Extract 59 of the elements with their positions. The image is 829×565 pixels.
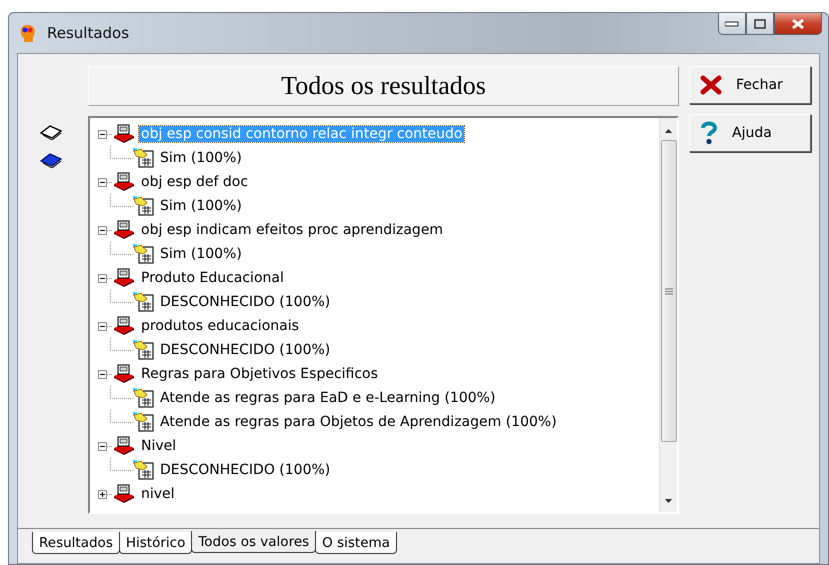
tree-item[interactable]: Nivel [139, 438, 178, 454]
results-header: Todos os resultados [88, 66, 679, 106]
computer-icon [112, 124, 136, 144]
close-button[interactable] [774, 13, 822, 35]
computer-icon [112, 316, 136, 336]
window-title: Resultados [47, 24, 130, 42]
tree-item[interactable]: DESCONHECIDO (100%) [158, 342, 332, 358]
hand-document-icon [133, 388, 155, 408]
maximize-icon [754, 18, 766, 28]
tree-item[interactable]: Atende as regras para EaD e e-Learning (100%) [158, 390, 498, 406]
minimize-icon [725, 20, 739, 26]
hand-document-icon [133, 292, 155, 312]
tree-item[interactable]: Produto Educacional [139, 270, 286, 286]
tab[interactable]: O sistema [315, 532, 397, 554]
collapse-toggle[interactable] [98, 370, 107, 378]
tab[interactable]: Resultados [32, 532, 120, 554]
tab[interactable]: Todos os valores [191, 531, 316, 553]
tree-item[interactable]: DESCONHECIDO (100%) [158, 294, 332, 310]
hand-document-icon [133, 340, 155, 360]
collapse-toggle[interactable] [98, 226, 107, 234]
tree-item[interactable]: Sim (100%) [158, 246, 244, 262]
tree-item[interactable]: DESCONHECIDO (100%) [158, 462, 332, 478]
close-icon [791, 18, 805, 30]
minimize-button[interactable] [718, 13, 746, 35]
close-dialog-button[interactable]: Fechar [689, 66, 811, 104]
tab[interactable]: Histórico [118, 532, 192, 554]
tree-item[interactable]: Sim (100%) [158, 198, 244, 214]
computer-icon [112, 364, 136, 384]
computer-icon [112, 220, 136, 240]
hand-document-icon [133, 148, 155, 168]
tree-item[interactable]: obj esp def doc [139, 174, 250, 190]
scrollbar-thumb[interactable] [660, 140, 676, 442]
help-button[interactable]: Ajuda [689, 114, 811, 152]
collapse-toggle[interactable] [98, 322, 107, 330]
question-mark-icon [700, 121, 718, 145]
tree-item[interactable]: Regras para Objetivos Especificos [139, 366, 380, 382]
tree-item[interactable]: obj esp indicam efeitos proc aprendizagem [139, 222, 446, 238]
open-book-icon [40, 124, 62, 140]
plus-icon [99, 490, 106, 498]
hand-document-icon [133, 460, 155, 480]
computer-icon [112, 172, 136, 192]
hand-document-icon [133, 412, 155, 432]
x-icon [700, 75, 722, 95]
hand-document-icon [133, 196, 155, 216]
computer-icon [112, 436, 136, 456]
tree-item[interactable]: produtos educacionais [139, 318, 301, 334]
expand-toggle[interactable] [98, 490, 107, 498]
computer-icon [112, 268, 136, 288]
tree-item[interactable]: nivel [139, 486, 177, 502]
hand-document-icon [133, 244, 155, 264]
collapse-toggle[interactable] [98, 178, 107, 186]
tree-item[interactable]: Atende as regras para Objetos de Aprendizagem (100%) [158, 414, 559, 430]
computer-icon [112, 484, 136, 504]
tree-item[interactable]: Sim (100%) [158, 150, 244, 166]
collapse-toggle[interactable] [98, 130, 107, 138]
collapse-toggle[interactable] [98, 442, 107, 450]
collapse-toggle[interactable] [98, 274, 107, 282]
maximize-button[interactable] [746, 13, 774, 35]
closed-book-icon [40, 152, 62, 168]
